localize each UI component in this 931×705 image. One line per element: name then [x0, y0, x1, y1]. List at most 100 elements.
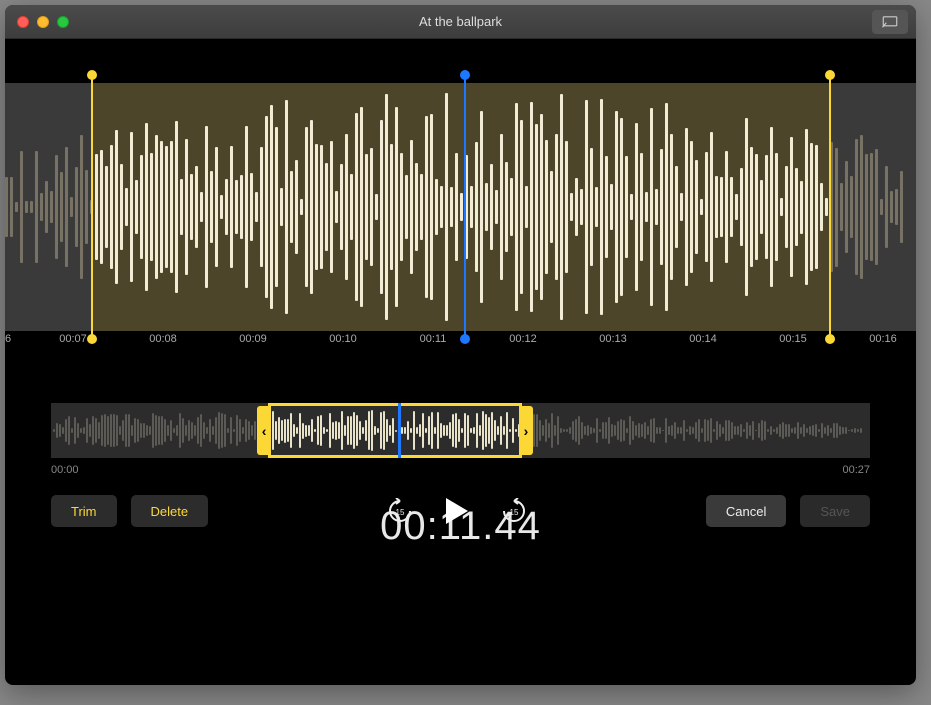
- waveform-bar: [345, 134, 348, 280]
- trim-handle-left[interactable]: [91, 75, 93, 339]
- overview-waveform-panel[interactable]: ‹ ›: [51, 403, 870, 458]
- overview-bar: [740, 424, 742, 436]
- waveform-bar: [835, 148, 838, 267]
- waveform-bar: [880, 199, 883, 216]
- waveform-bar: [620, 118, 623, 295]
- waveform-bar: [780, 198, 783, 216]
- overview-bar: [188, 420, 190, 441]
- overview-time-labels: 00:00 00:27: [51, 464, 870, 476]
- overview-bar: [569, 427, 571, 434]
- overview-bar: [236, 415, 238, 446]
- overview-bar: [767, 429, 769, 431]
- waveform-bar: [690, 141, 693, 273]
- edit-toolbar: Trim Delete 15: [5, 491, 916, 531]
- overview-bar: [683, 420, 685, 441]
- overview-bar: [791, 428, 793, 433]
- overview-bar: [695, 422, 697, 440]
- overview-bar: [110, 414, 112, 446]
- overview-bar: [185, 425, 187, 435]
- waveform-bar: [585, 100, 588, 313]
- overview-bar: [233, 429, 235, 432]
- overview-bar: [650, 419, 652, 443]
- overview-bar: [143, 423, 145, 438]
- done-editing-button[interactable]: [872, 10, 908, 34]
- skip-forward-15-button[interactable]: 15: [501, 498, 527, 524]
- overview-bar: [788, 424, 790, 436]
- waveform-bar: [565, 141, 568, 273]
- waveform-bar: [170, 141, 173, 273]
- overview-bar: [545, 419, 547, 441]
- overview-bar: [89, 424, 91, 436]
- overview-bar: [146, 425, 148, 437]
- overview-bar: [149, 426, 151, 435]
- overview-bar: [743, 429, 745, 432]
- waveform-bar: [665, 103, 668, 310]
- overview-playhead[interactable]: [398, 403, 401, 458]
- waveform-bar: [730, 177, 733, 238]
- trim-button[interactable]: Trim: [51, 495, 117, 527]
- waveform-bar: [570, 193, 573, 221]
- ruler-tick: 00:14: [689, 333, 717, 345]
- waveform-bar: [110, 145, 113, 269]
- overview-bar: [92, 416, 94, 445]
- overview-bar: [578, 416, 580, 445]
- overview-bar: [560, 428, 562, 433]
- save-button: Save: [800, 495, 870, 527]
- overview-bar: [770, 426, 772, 436]
- overview-bar: [155, 415, 157, 447]
- waveform-bar: [205, 126, 208, 289]
- waveform-bar: [245, 126, 248, 288]
- play-icon: [443, 496, 471, 526]
- overview-selection[interactable]: ‹ ›: [268, 403, 522, 458]
- overview-bar: [809, 426, 811, 435]
- overview-bar: [818, 429, 820, 432]
- overview-bar: [815, 424, 817, 436]
- playhead[interactable]: [464, 75, 466, 339]
- overview-bar: [821, 423, 823, 437]
- waveform-bar: [680, 193, 683, 221]
- overview-bar: [713, 429, 715, 432]
- overview-bar: [761, 420, 763, 440]
- waveform-bar: [760, 180, 763, 233]
- overview-bar: [74, 417, 76, 444]
- overview-bar: [836, 423, 838, 438]
- cancel-button[interactable]: Cancel: [706, 495, 786, 527]
- trim-handle-right[interactable]: [829, 75, 831, 339]
- overview-bar: [845, 427, 847, 433]
- waveform-bar: [785, 166, 788, 247]
- waveform-bar: [320, 145, 323, 269]
- main-waveform-panel[interactable]: [5, 83, 916, 331]
- overview-bar: [755, 430, 757, 432]
- overview-bar: [719, 424, 721, 438]
- waveform-bar: [325, 163, 328, 252]
- overview-bar: [665, 418, 667, 444]
- overview-bar: [104, 414, 106, 446]
- waveform-bar: [130, 132, 133, 282]
- waveform-bar: [725, 151, 728, 263]
- skip-back-icon: 15: [387, 498, 413, 524]
- window-title: At the ballpark: [5, 14, 916, 29]
- overview-bar: [641, 424, 643, 438]
- waveform-bar: [525, 186, 528, 228]
- waveform-bar: [370, 148, 373, 265]
- waveform-bar: [160, 141, 163, 273]
- skip-back-15-button[interactable]: 15: [387, 498, 413, 524]
- play-button[interactable]: [443, 496, 471, 526]
- waveform-bar: [10, 177, 13, 238]
- overview-trim-handle-right[interactable]: ›: [519, 406, 533, 455]
- overview-bar: [62, 427, 64, 435]
- overview-bar: [842, 427, 844, 435]
- waveform-bar: [520, 120, 523, 293]
- waveform-bar: [220, 195, 223, 218]
- overview-bar: [686, 429, 688, 431]
- delete-button[interactable]: Delete: [131, 495, 209, 527]
- overview-bar: [638, 423, 640, 437]
- ruler-tick: 00:10: [329, 333, 357, 345]
- overview-trim-handle-left[interactable]: ‹: [257, 406, 271, 455]
- overview-bar: [65, 419, 67, 442]
- waveform-bar: [755, 154, 758, 259]
- overview-bar: [575, 419, 577, 443]
- overview-bar: [254, 421, 256, 441]
- overview-bar: [197, 417, 199, 444]
- waveform-bar: [475, 142, 478, 272]
